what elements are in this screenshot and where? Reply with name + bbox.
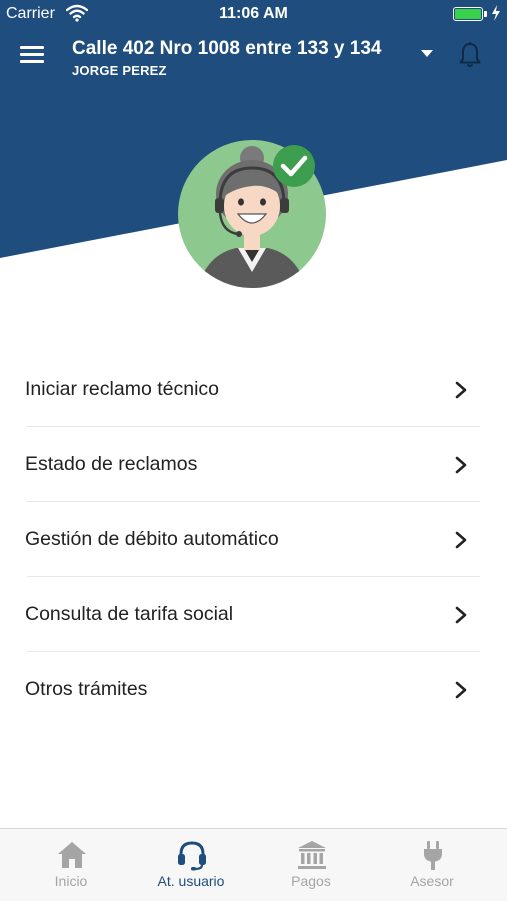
charging-bolt-icon	[492, 5, 500, 21]
menu-item-iniciar-reclamo[interactable]: Iniciar reclamo técnico	[0, 352, 507, 427]
menu-item-estado-reclamos[interactable]: Estado de reclamos	[0, 427, 507, 502]
chevron-right-icon	[455, 456, 467, 474]
tab-label: Pagos	[291, 873, 331, 889]
tab-pagos[interactable]: Pagos	[248, 829, 374, 901]
battery-icon	[453, 7, 483, 21]
headset-icon	[178, 841, 206, 871]
menu-item-label: Consulta de tarifa social	[25, 603, 234, 625]
chevron-right-icon	[455, 681, 467, 699]
bottom-tab-bar: Inicio At. usuario Pagos Asesor	[0, 828, 507, 901]
hamburger-menu-icon[interactable]	[20, 44, 44, 64]
services-menu: Iniciar reclamo técnico Estado de reclam…	[0, 352, 507, 727]
status-bar: Carrier 11:06 AM	[0, 0, 507, 30]
chevron-right-icon	[455, 531, 467, 549]
support-agent-avatar	[178, 140, 326, 288]
bank-icon	[298, 841, 326, 869]
menu-item-tarifa-social[interactable]: Consulta de tarifa social	[0, 577, 507, 652]
bell-icon[interactable]	[458, 41, 482, 69]
tab-label: Inicio	[54, 873, 88, 889]
app-header: Calle 402 Nro 1008 entre 133 y 134 JORGE…	[0, 30, 507, 90]
home-icon	[58, 842, 86, 868]
address-title: Calle 402 Nro 1008 entre 133 y 134	[72, 38, 382, 59]
menu-item-label: Iniciar reclamo técnico	[25, 378, 219, 400]
tab-at-usuario[interactable]: At. usuario	[128, 829, 254, 901]
status-time: 11:06 AM	[219, 5, 288, 22]
battery-tip	[484, 11, 487, 17]
menu-item-debito-automatico[interactable]: Gestión de débito automático	[0, 502, 507, 577]
menu-item-otros-tramites[interactable]: Otros trámites	[0, 652, 507, 727]
menu-item-label: Estado de reclamos	[25, 453, 198, 475]
chevron-right-icon	[455, 381, 467, 399]
plug-icon	[424, 841, 442, 870]
tab-inicio[interactable]: Inicio	[8, 829, 134, 901]
menu-item-label: Gestión de débito automático	[25, 528, 279, 550]
menu-item-label: Otros trámites	[25, 678, 148, 700]
check-badge-icon	[273, 145, 315, 187]
user-name: JORGE PEREZ	[72, 63, 167, 78]
tab-label: At. usuario	[157, 873, 225, 889]
tab-label: Asesor	[410, 873, 454, 889]
tab-asesor[interactable]: Asesor	[369, 829, 495, 901]
caret-down-icon[interactable]	[420, 49, 434, 58]
chevron-right-icon	[455, 606, 467, 624]
address-selector[interactable]: Calle 402 Nro 1008 entre 133 y 134 JORGE…	[72, 38, 452, 78]
